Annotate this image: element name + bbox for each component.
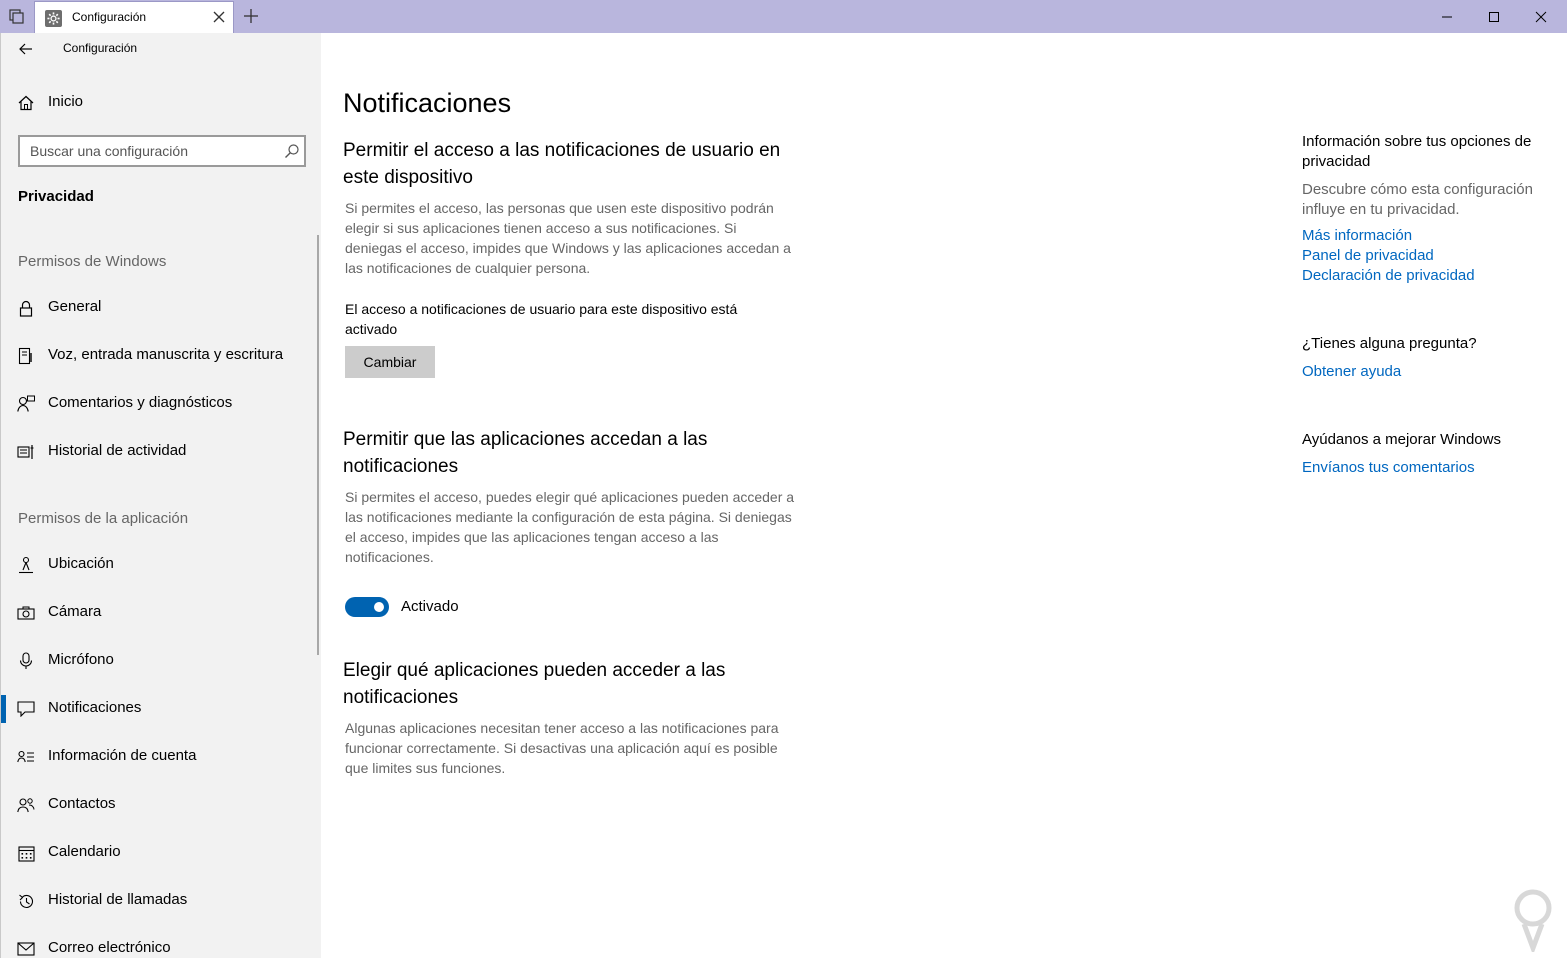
privacy-info-header: Información sobre tus opciones de privac…: [1302, 133, 1532, 170]
sidebar-item-label: Información de cuenta: [48, 747, 197, 764]
change-button[interactable]: Cambiar: [345, 346, 435, 378]
sidebar-item-label: Ubicación: [48, 555, 114, 572]
sidebar-item-label: Comentarios y diagnósticos: [48, 394, 233, 411]
calendar-icon: [17, 844, 35, 862]
section-title-app-access: Permitir que las aplicaciones accedan a …: [343, 429, 708, 477]
sidebar-item-general[interactable]: General: [1, 286, 317, 330]
new-tab-icon[interactable]: [242, 7, 260, 25]
sidebar-item-label: General: [48, 298, 102, 315]
status-text: El acceso a notificaciones de usuario pa…: [345, 301, 738, 337]
minimize-button[interactable]: [1424, 0, 1470, 33]
sidebar-item-label: Notificaciones: [48, 699, 142, 716]
improve-windows-header: Ayúdanos a mejorar Windows: [1302, 431, 1501, 448]
feedback-person-icon: [17, 395, 35, 413]
question-header: ¿Tienes alguna pregunta?: [1302, 335, 1477, 352]
tab-overview-icon: [9, 9, 24, 24]
mail-icon: [17, 940, 35, 958]
tab-overview-button[interactable]: [6, 6, 28, 28]
sidebar-item-label: Correo electrónico: [48, 939, 171, 956]
search-box[interactable]: [18, 135, 306, 167]
sidebar-item-label: Historial de llamadas: [48, 891, 188, 908]
tab-title: Configuración: [72, 10, 147, 24]
toggle-knob: [374, 602, 384, 612]
app-title: Configuración: [63, 41, 138, 55]
close-tab-icon[interactable]: [211, 9, 227, 25]
watermark-logo-icon: [1514, 889, 1552, 952]
camera-icon: [17, 604, 35, 622]
windows-permissions-header: Permisos de Windows: [18, 253, 167, 270]
sidebar-item-camara[interactable]: Cámara: [1, 591, 317, 635]
more-info-link[interactable]: Más información: [1302, 226, 1412, 246]
section-desc-app-access: Si permites el acceso, puedes elegir qué…: [345, 489, 795, 565]
account-info-icon: [17, 748, 35, 766]
sidebar-item-notificaciones[interactable]: Notificaciones: [1, 687, 317, 731]
section-title-user-access: Permitir el acceso a las notificaciones …: [343, 140, 781, 188]
contacts-icon: [17, 796, 35, 814]
sidebar-item-inicio[interactable]: Inicio: [1, 81, 317, 125]
app-access-toggle[interactable]: [345, 597, 389, 617]
close-icon: [1535, 11, 1547, 22]
sidebar-item-historial-actividad[interactable]: Historial de actividad: [1, 430, 317, 474]
sidebar-item-label: Calendario: [48, 843, 121, 860]
privacy-statement-link[interactable]: Declaración de privacidad: [1302, 266, 1475, 286]
current-category: Privacidad: [18, 188, 94, 205]
sidebar-item-contactos[interactable]: Contactos: [1, 783, 317, 827]
toggle-label: Activado: [401, 598, 459, 615]
microphone-icon: [17, 652, 35, 670]
sidebar-scrollbar[interactable]: [317, 235, 319, 655]
sidebar-item-microfono[interactable]: Micrófono: [1, 639, 317, 683]
maximize-icon: [1489, 11, 1499, 22]
sidebar-item-label: Cámara: [48, 603, 102, 620]
lock-icon: [17, 299, 35, 317]
back-button[interactable]: [14, 37, 38, 61]
search-input[interactable]: [20, 137, 280, 165]
sidebar-item-voz[interactable]: Voz, entrada manuscrita y escritura: [1, 334, 317, 378]
activity-history-icon: [17, 443, 35, 461]
section-title-choose-apps: Elegir qué aplicaciones pueden acceder a…: [343, 660, 726, 708]
notification-icon: [17, 700, 35, 718]
location-icon: [17, 556, 35, 574]
back-arrow-icon: [19, 43, 32, 55]
sidebar-item-label: Micrófono: [48, 651, 114, 668]
call-history-icon: [17, 892, 35, 910]
sidebar-item-label: Historial de actividad: [48, 442, 187, 459]
sidebar-item-informacion-cuenta[interactable]: Información de cuenta: [1, 735, 317, 779]
sidebar-item-label: Voz, entrada manuscrita y escritura: [48, 346, 284, 363]
document-pen-icon: [17, 347, 35, 365]
section-desc-choose-apps: Algunas aplicaciones necesitan tener acc…: [345, 720, 779, 776]
gear-icon: [45, 10, 62, 27]
tab-configuracion[interactable]: Configuración: [34, 1, 234, 33]
sidebar-item-label: Contactos: [48, 795, 116, 812]
search-icon[interactable]: [284, 143, 300, 159]
page-title: Notificaciones: [343, 88, 512, 118]
sidebar-item-comentarios[interactable]: Comentarios y diagnósticos: [1, 382, 317, 426]
privacy-dashboard-link[interactable]: Panel de privacidad: [1302, 246, 1434, 266]
section-desc-user-access: Si permites el acceso, las personas que …: [345, 200, 791, 276]
minimize-icon: [1442, 16, 1452, 17]
send-feedback-link[interactable]: Envíanos tus comentarios: [1302, 458, 1475, 478]
main-content: Notificaciones Permitir el acceso a las …: [321, 33, 1567, 958]
app-permissions-header: Permisos de la aplicación: [18, 510, 189, 527]
close-window-button[interactable]: [1518, 0, 1564, 33]
maximize-button[interactable]: [1471, 0, 1517, 33]
get-help-link[interactable]: Obtener ayuda: [1302, 362, 1401, 382]
title-bar: Configuración: [0, 0, 1567, 33]
sidebar-item-label: Inicio: [48, 93, 84, 110]
sidebar-item-historial-llamadas[interactable]: Historial de llamadas: [1, 879, 317, 923]
home-icon: [17, 94, 35, 112]
sidebar-item-ubicacion[interactable]: Ubicación: [1, 543, 317, 587]
privacy-info-desc: Descubre cómo esta configuración influye…: [1302, 181, 1533, 218]
sidebar: Configuración Inicio Privacidad Permisos…: [0, 33, 321, 958]
sidebar-item-calendario[interactable]: Calendario: [1, 831, 317, 875]
sidebar-item-correo[interactable]: Correo electrónico: [1, 927, 317, 958]
